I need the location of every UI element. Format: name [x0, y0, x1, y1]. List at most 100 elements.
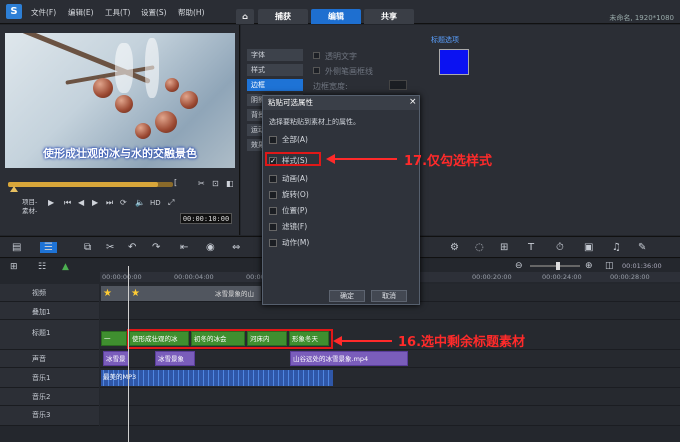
music-clip[interactable]: 最美的MP3 — [101, 370, 333, 386]
menu-edit[interactable]: 编辑(E) — [68, 7, 94, 18]
snapshot-icon[interactable]: ◧ — [226, 179, 234, 188]
split-screen-icon[interactable]: ⊞ — [500, 242, 508, 253]
mask-icon[interactable]: ◌ — [475, 242, 484, 253]
track-header-overlay1[interactable]: 叠加1 — [0, 302, 99, 320]
scrub-handle[interactable] — [10, 186, 18, 192]
chapter-icon[interactable]: ✎ — [638, 242, 646, 253]
border-width-label: 边框宽度: — [313, 82, 348, 91]
ruler-tick: 00:00:04:00 — [174, 273, 214, 281]
cancel-button[interactable]: 取消 — [371, 290, 407, 302]
checkbox[interactable] — [269, 207, 277, 215]
color-swatch[interactable] — [439, 49, 469, 75]
checkbox[interactable] — [269, 136, 277, 144]
berry-shape — [165, 78, 179, 92]
track-manager-icon[interactable]: ⧉ — [84, 242, 91, 253]
outer-border-checkbox[interactable] — [313, 67, 320, 74]
motion-icon[interactable]: ⚙ — [450, 242, 459, 253]
transparent-text-checkbox[interactable] — [313, 52, 320, 59]
repeat-icon[interactable]: ⟳ — [120, 198, 127, 207]
speed-icon[interactable]: ⏱ — [556, 242, 564, 253]
redo-icon[interactable]: ↷ — [152, 242, 160, 253]
fit-project-icon[interactable]: ◫ — [605, 261, 614, 271]
preview-caption[interactable]: 使形成壮观的冰与水的交融景色 — [5, 145, 235, 161]
option-filter[interactable]: 滤镜(F) — [269, 221, 307, 232]
record-icon[interactable]: ◉ — [206, 242, 215, 253]
option-font[interactable]: 字体 — [247, 49, 303, 61]
menu-settings[interactable]: 设置(S) — [141, 7, 167, 18]
tab-edit[interactable]: 编辑 — [311, 9, 361, 24]
checkbox[interactable] — [269, 191, 277, 199]
close-icon[interactable]: × — [409, 97, 417, 107]
multicam-icon[interactable]: ▣ — [584, 242, 593, 253]
timeline-playhead[interactable] — [128, 266, 129, 442]
paste-attributes-dialog: 粘贴可选属性 × 选择要粘贴到素材上的属性。 全部(A) ✓ 样式(S) 动画(A… — [262, 95, 420, 305]
voice-clip[interactable]: 冰雪景 — [103, 351, 129, 366]
audio-mix-icon[interactable]: ♫ — [612, 242, 621, 253]
hd-toggle[interactable]: HD — [150, 199, 161, 207]
track-header-voice[interactable]: 声音 — [0, 350, 99, 368]
voice-clip[interactable]: 山谷远处的冰雪景象.mp4 — [290, 351, 408, 366]
annotation-arrowhead — [326, 154, 335, 164]
fit-icon[interactable]: ⊡ — [212, 179, 219, 188]
tab-share[interactable]: 共享 — [364, 9, 414, 24]
menu-file[interactable]: 文件(F) — [31, 7, 56, 18]
play-icon[interactable]: ▶ — [48, 198, 54, 207]
add-track-icon[interactable]: ▲ — [62, 262, 69, 272]
track-list-icon[interactable]: ⊞ — [10, 262, 18, 272]
track-header-title1[interactable]: 标题1 — [0, 320, 99, 350]
highlight-box — [265, 152, 321, 166]
enlarge-icon[interactable]: ⤢ — [168, 198, 174, 208]
option-motion[interactable]: 动作(M) — [269, 237, 309, 248]
zoom-out-icon[interactable]: ⊖ — [515, 261, 523, 271]
menu-tools[interactable]: 工具(T) — [105, 7, 130, 18]
option-label: 动画(A) — [282, 174, 308, 183]
track-header-music3[interactable]: 音乐3 — [0, 406, 99, 426]
berry-shape — [115, 95, 133, 113]
undo-icon[interactable]: ↶ — [128, 242, 136, 253]
dialog-prompt: 选择要粘贴到素材上的属性。 — [269, 118, 360, 126]
storyboard-view-icon[interactable]: ▤ — [12, 242, 21, 253]
track-name: 标题1 — [32, 329, 51, 337]
option-label: 全部(A) — [282, 135, 308, 144]
voice-clip[interactable]: 冰雪景象 — [155, 351, 195, 366]
track-header-music2[interactable]: 音乐2 — [0, 388, 99, 406]
mode-clip[interactable]: 素材- — [22, 205, 37, 215]
option-animation[interactable]: 动画(A) — [269, 173, 308, 184]
track-header-video[interactable]: 视频 — [0, 284, 99, 302]
next-frame-icon[interactable]: ▶ — [92, 198, 98, 207]
timeline-view-icon[interactable]: ☰ — [40, 242, 57, 253]
prev-frame-icon[interactable]: ◀ — [78, 198, 84, 207]
menu-help[interactable]: 帮助(H) — [178, 7, 205, 18]
track-sort-icon[interactable]: ☷ — [38, 262, 46, 272]
trim-bracket-icon[interactable]: [ — [174, 178, 177, 187]
volume-icon[interactable]: 🔈 — [135, 198, 145, 207]
option-rotation[interactable]: 旋转(O) — [269, 189, 309, 200]
option-style[interactable]: 样式 — [247, 64, 303, 76]
split-icon[interactable]: ✂ — [198, 179, 205, 188]
zoom-handle[interactable] — [556, 262, 560, 270]
tab-home[interactable]: ⌂ — [236, 9, 254, 24]
track-name: 音乐1 — [32, 374, 51, 382]
title-clip[interactable]: 一 — [101, 331, 127, 346]
preview-timecode[interactable]: 00:00:10:00 — [180, 213, 232, 224]
option-border[interactable]: 边框 — [247, 79, 303, 91]
checkbox[interactable] — [269, 175, 277, 183]
track-header-music1[interactable]: 音乐1 — [0, 368, 99, 388]
fit-timeline-icon[interactable]: ⇤ — [180, 242, 188, 253]
tab-capture[interactable]: 捕获 — [258, 9, 308, 24]
checkbox[interactable] — [269, 223, 277, 231]
option-position[interactable]: 位置(P) — [269, 205, 307, 216]
home-icon[interactable]: ⏮ — [64, 198, 71, 208]
checkbox[interactable] — [269, 239, 277, 247]
ok-button[interactable]: 确定 — [329, 290, 365, 302]
move-icon[interactable]: ⇔ — [232, 242, 240, 253]
text-icon[interactable]: T — [528, 242, 534, 253]
zoom-in-icon[interactable]: ⊕ — [585, 261, 593, 271]
scissors-icon[interactable]: ✂ — [106, 242, 114, 253]
end-icon[interactable]: ⏭ — [106, 198, 113, 208]
star-icon: ★ — [131, 288, 140, 299]
border-width-input[interactable] — [389, 80, 407, 90]
zoom-slider[interactable] — [530, 265, 580, 267]
berry-shape — [135, 123, 151, 139]
option-all[interactable]: 全部(A) — [269, 134, 308, 145]
